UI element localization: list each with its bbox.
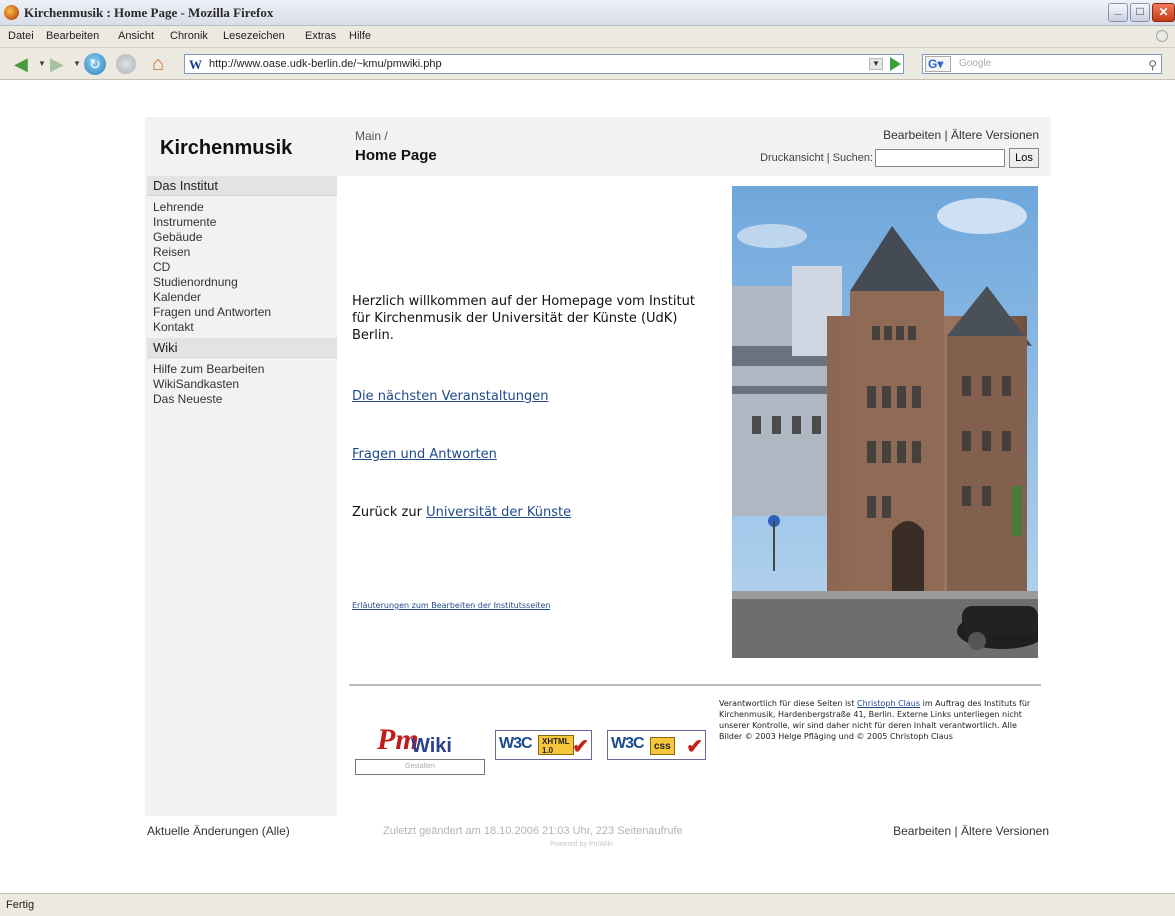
go-arrow-icon[interactable] — [890, 57, 901, 71]
firefox-icon — [4, 5, 19, 20]
checkmark-icon: ✔ — [686, 736, 703, 758]
sidebar-item-reisen[interactable]: Reisen — [145, 245, 337, 260]
sidebar-item-lehrende[interactable]: Lehrende — [145, 200, 337, 215]
xhtml-tag: XHTML 1.0 — [538, 735, 574, 755]
w3c-logo: W3C — [611, 735, 645, 752]
footer-history-link[interactable]: Ältere Versionen — [961, 824, 1049, 838]
site-favicon-icon: W — [189, 57, 202, 72]
editing-notes-link[interactable]: Erläuterungen zum Bearbeiten der Institu… — [352, 601, 550, 610]
powered-by-text[interactable]: Powered by PmWiki — [550, 841, 613, 848]
menu-chronik[interactable]: Chronik — [170, 30, 208, 42]
wiki-page: Kirchenmusik Main / Home Page Bearbeiten… — [145, 117, 1051, 901]
page-title: Home Page — [355, 147, 437, 164]
print-search-separator: | — [823, 151, 833, 164]
css-tag: css — [650, 737, 675, 755]
sidebar-item-hilfe[interactable]: Hilfe zum Bearbeiten — [145, 362, 337, 377]
sidebar-list-wiki: Hilfe zum Bearbeiten WikiSandkasten Das … — [145, 358, 337, 410]
pmwiki-form-box: Gestalten — [355, 759, 485, 775]
w3c-css-badge[interactable]: W3C css ✔ — [607, 730, 706, 760]
minimize-button[interactable] — [1108, 2, 1128, 22]
menu-bearbeiten[interactable]: Bearbeiten — [46, 30, 99, 42]
person-link[interactable]: Christoph Claus — [857, 699, 920, 708]
sidebar-item-kontakt[interactable]: Kontakt — [145, 320, 337, 335]
sidebar-item-kalender[interactable]: Kalender — [145, 290, 337, 305]
forward-arrow-icon[interactable]: ▶ — [50, 53, 64, 75]
title-bar: Kirchenmusik : Home Page - Mozilla Firef… — [0, 0, 1175, 26]
page-search: Druckansicht | Suchen: Los — [760, 148, 1039, 168]
menu-bar: Datei Bearbeiten Ansicht Chronik Lesezei… — [0, 26, 1175, 48]
institute-building-photo — [732, 186, 1038, 658]
pmwiki-badge[interactable]: Pm Wiki Gestalten — [355, 721, 485, 777]
sidebar-item-instrumente[interactable]: Instrumente — [145, 215, 337, 230]
print-view-link[interactable]: Druckansicht — [760, 152, 824, 164]
last-modified-text: Zuletzt geändert am 18.10.2006 21:03 Uhr… — [383, 825, 683, 837]
site-logo[interactable]: Kirchenmusik — [160, 137, 292, 160]
url-text[interactable]: http://www.oase.udk-berlin.de/~kmu/pmwik… — [209, 58, 442, 70]
status-bar: Fertig — [0, 893, 1175, 916]
stop-icon[interactable] — [116, 54, 136, 74]
activity-indicator-icon — [1156, 30, 1168, 42]
search-input[interactable] — [875, 149, 1005, 167]
menu-extras[interactable]: Extras — [305, 30, 336, 42]
recent-changes-link[interactable]: Aktuelle Änderungen (Alle) — [147, 824, 290, 838]
back-arrow-icon[interactable]: ◀ — [14, 53, 28, 75]
back-dropdown-icon[interactable]: ▼ — [38, 53, 46, 75]
sidebar-section-wiki: Wiki — [147, 338, 337, 358]
page-footer: Aktuelle Änderungen (Alle) Zuletzt geänd… — [145, 816, 1051, 856]
w3c-xhtml-badge[interactable]: W3C XHTML 1.0 ✔ — [495, 730, 592, 760]
sidebar-item-cd[interactable]: CD — [145, 260, 337, 275]
close-button[interactable] — [1152, 3, 1175, 22]
sidebar: Das Institut Lehrende Instrumente Gebäud… — [145, 176, 337, 816]
menu-lesezeichen[interactable]: Lesezeichen — [223, 30, 285, 42]
search-label: Suchen: — [832, 151, 873, 164]
url-history-dropdown-icon[interactable]: ▼ — [869, 58, 883, 70]
content-divider — [349, 684, 1041, 686]
sidebar-item-studienordnung[interactable]: Studienordnung — [145, 275, 337, 290]
search-go-button[interactable]: Los — [1009, 148, 1039, 168]
faq-link[interactable]: Fragen und Antworten — [352, 447, 497, 462]
events-link[interactable]: Die nächsten Veranstaltungen — [352, 389, 549, 404]
welcome-text: Herzlich willkommen auf der Homepage vom… — [352, 294, 695, 343]
university-link[interactable]: Universität der Künste — [426, 505, 571, 520]
action-separator: | — [941, 128, 951, 142]
checkmark-icon: ✔ — [572, 736, 589, 758]
imprint-text: Verantwortlich für diese Seiten ist Chri… — [719, 699, 1031, 741]
footer-edit-link[interactable]: Bearbeiten — [893, 824, 951, 838]
sidebar-item-sandkasten[interactable]: WikiSandkasten — [145, 377, 337, 392]
w3c-logo: W3C — [499, 735, 533, 752]
back-prefix: Zurück zur — [352, 505, 427, 520]
sidebar-section-institut: Das Institut — [147, 176, 337, 196]
sidebar-item-neueste[interactable]: Das Neueste — [145, 392, 337, 407]
reload-icon[interactable]: ↻ — [84, 53, 106, 75]
page-actions: Bearbeiten | Ältere Versionen — [883, 128, 1039, 142]
search-icon[interactable]: ⚲ — [1148, 56, 1157, 74]
sidebar-item-faq[interactable]: Fragen und Antworten — [145, 305, 337, 320]
page-viewport: Kirchenmusik Main / Home Page Bearbeiten… — [0, 81, 1175, 893]
web-search-placeholder[interactable]: Google — [959, 58, 991, 69]
web-search-box[interactable]: G▾ Google ⚲ — [922, 54, 1162, 74]
footer-actions: Bearbeiten | Ältere Versionen — [893, 824, 1049, 838]
search-engine-icon[interactable]: G▾ — [925, 56, 951, 72]
breadcrumb[interactable]: Main / — [355, 129, 388, 143]
window-title: Kirchenmusik : Home Page - Mozilla Firef… — [24, 5, 274, 20]
home-icon[interactable]: ⌂ — [152, 53, 164, 75]
menu-ansicht[interactable]: Ansicht — [118, 30, 154, 42]
pmwiki-logo-wiki: Wiki — [411, 735, 452, 757]
history-link[interactable]: Ältere Versionen — [951, 128, 1039, 142]
forward-dropdown-icon[interactable]: ▼ — [73, 53, 81, 75]
page-header: Kirchenmusik Main / Home Page Bearbeiten… — [145, 117, 1051, 176]
sidebar-item-gebaeude[interactable]: Gebäude — [145, 230, 337, 245]
maximize-button[interactable] — [1130, 3, 1150, 22]
back-to-university-line: Zurück zur Universität der Künste — [352, 505, 571, 520]
menu-datei[interactable]: Datei — [8, 30, 34, 42]
edit-link[interactable]: Bearbeiten — [883, 128, 941, 142]
url-bar[interactable]: W http://www.oase.udk-berlin.de/~kmu/pmw… — [184, 54, 904, 74]
main-content: Herzlich willkommen auf der Homepage vom… — [337, 176, 1051, 816]
sidebar-list-institut: Lehrende Instrumente Gebäude Reisen CD S… — [145, 196, 337, 338]
menu-hilfe[interactable]: Hilfe — [349, 30, 371, 42]
